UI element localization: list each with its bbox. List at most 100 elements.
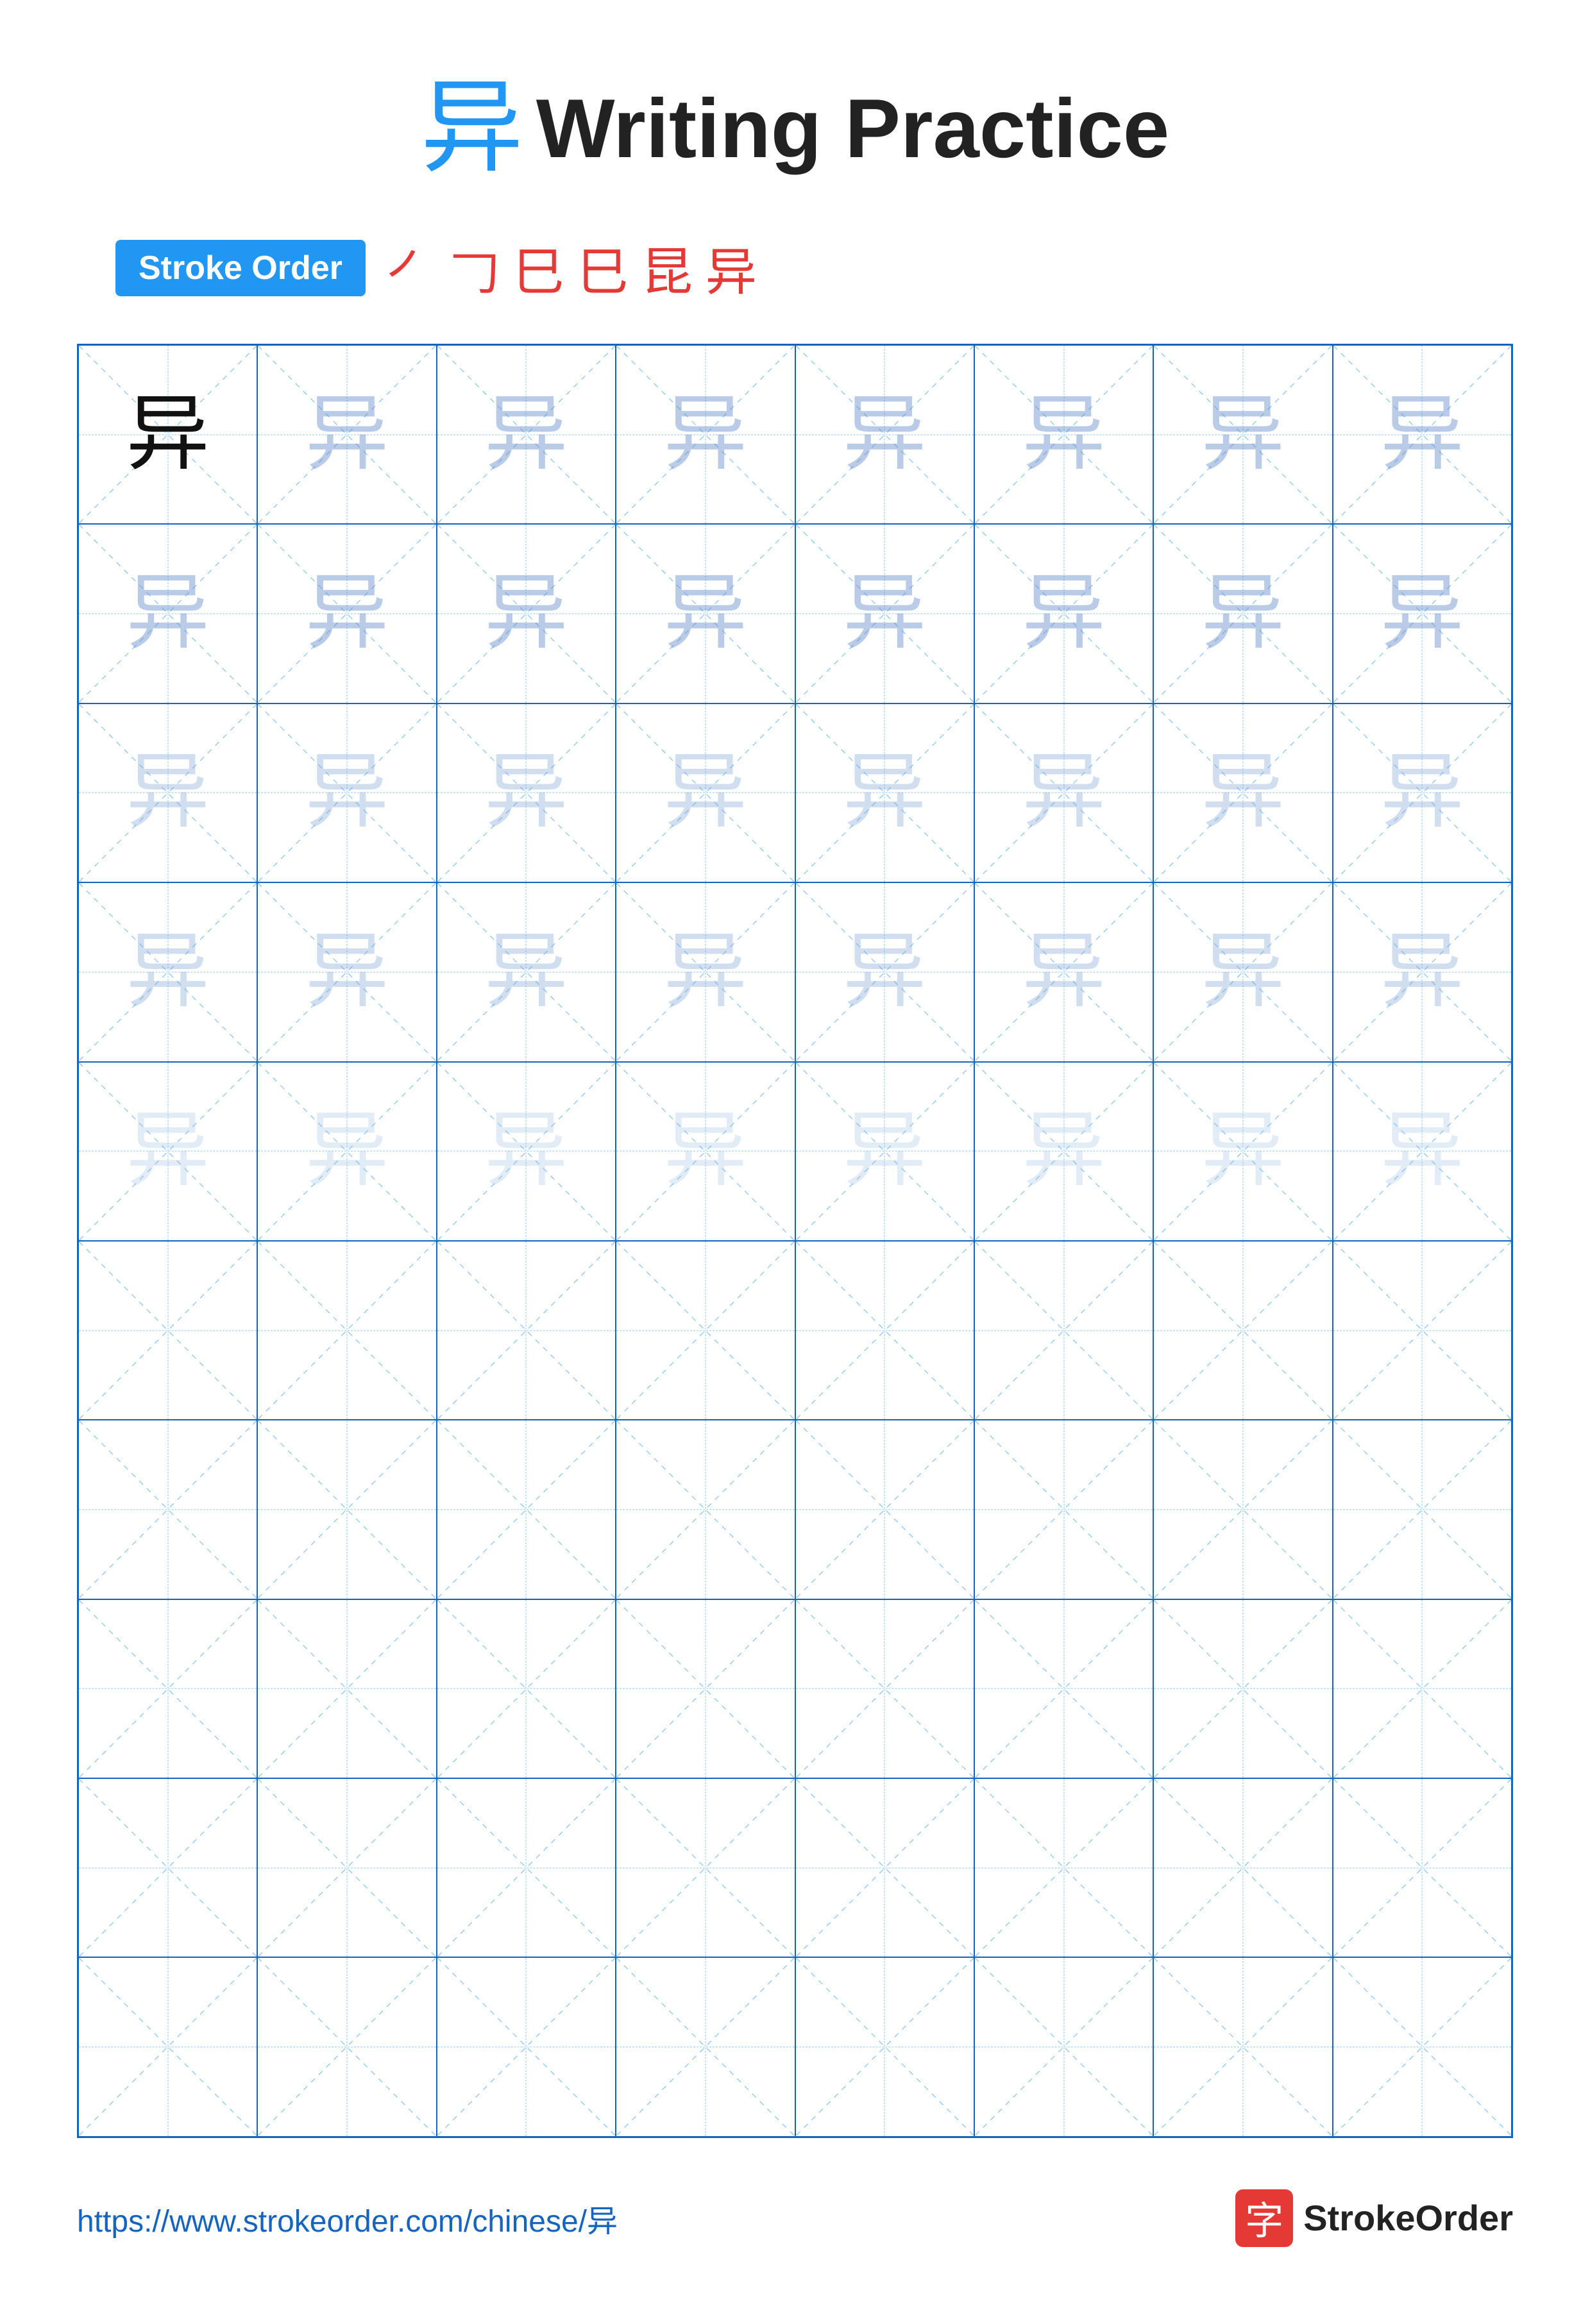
grid-cell[interactable]: 异 xyxy=(616,882,795,1061)
grid-cell[interactable] xyxy=(616,1778,795,1957)
grid-cell[interactable] xyxy=(257,1957,436,2136)
grid-cell[interactable]: 异 xyxy=(257,345,436,524)
grid-cell[interactable] xyxy=(437,1778,616,1957)
grid-cell[interactable] xyxy=(616,1599,795,1778)
grid-cell[interactable]: 异 xyxy=(1333,345,1512,524)
grid-cell[interactable]: 异 xyxy=(437,882,616,1061)
grid-cell[interactable]: 异 xyxy=(1153,1062,1332,1241)
grid-cell[interactable] xyxy=(78,1957,257,2136)
grid-cell[interactable] xyxy=(616,1420,795,1599)
grid-cell[interactable] xyxy=(795,1599,974,1778)
grid-cell[interactable]: 异 xyxy=(974,703,1153,882)
grid-cell[interactable]: 异 xyxy=(616,345,795,524)
grid-cell[interactable] xyxy=(1333,1599,1512,1778)
stroke-order-row: Stroke Order ㇒ 𠃌 巳 巳 昆 异 xyxy=(115,231,757,305)
grid-cell[interactable]: 异 xyxy=(1333,703,1512,882)
practice-char: 异 xyxy=(1022,751,1106,834)
stroke-step-6: 异 xyxy=(706,231,757,305)
grid-cell[interactable] xyxy=(437,1599,616,1778)
grid-cell[interactable] xyxy=(1153,1778,1332,1957)
grid-cell[interactable] xyxy=(78,1778,257,1957)
grid-cell[interactable] xyxy=(1153,1957,1332,2136)
grid-cell[interactable] xyxy=(974,1599,1153,1778)
grid-cell[interactable]: 异 xyxy=(1153,345,1332,524)
practice-char: 异 xyxy=(484,572,568,655)
grid-cell[interactable]: 异 xyxy=(257,703,436,882)
practice-char: 异 xyxy=(484,393,568,476)
grid-cell[interactable]: 异 xyxy=(437,1062,616,1241)
grid-cell[interactable] xyxy=(437,1957,616,2136)
grid-cell[interactable]: 异 xyxy=(1333,882,1512,1061)
grid-cell[interactable] xyxy=(257,1241,436,1420)
grid-cell[interactable]: 异 xyxy=(437,524,616,703)
grid-cell[interactable]: 异 xyxy=(1153,703,1332,882)
grid-cell[interactable]: 异 xyxy=(616,1062,795,1241)
grid-cell[interactable] xyxy=(78,1420,257,1599)
grid-cell[interactable] xyxy=(974,1778,1153,1957)
grid-cell[interactable]: 异 xyxy=(795,345,974,524)
practice-char: 异 xyxy=(305,930,389,1014)
grid-cell[interactable] xyxy=(78,1241,257,1420)
stroke-order-badge: Stroke Order xyxy=(115,240,366,296)
grid-cell[interactable] xyxy=(1333,1241,1512,1420)
grid-cell[interactable] xyxy=(1333,1957,1512,2136)
grid-cell[interactable]: 异 xyxy=(616,524,795,703)
grid-cell[interactable]: 异 xyxy=(616,703,795,882)
grid-cell[interactable]: 异 xyxy=(795,703,974,882)
grid-cell[interactable] xyxy=(1333,1778,1512,1957)
grid-cell[interactable] xyxy=(974,1420,1153,1599)
grid-cell[interactable]: 异 xyxy=(78,524,257,703)
title-char: 异 xyxy=(421,77,523,180)
grid-cell[interactable]: 异 xyxy=(78,345,257,524)
grid-cell[interactable] xyxy=(974,1241,1153,1420)
grid-cell[interactable] xyxy=(437,1241,616,1420)
brand-name: StrokeOrder xyxy=(1303,2197,1513,2239)
grid-cell[interactable]: 异 xyxy=(437,703,616,882)
footer-brand: 字 StrokeOrder xyxy=(1235,2189,1513,2247)
grid-cell[interactable]: 异 xyxy=(974,524,1153,703)
grid-cell[interactable] xyxy=(795,1241,974,1420)
grid-cell[interactable]: 异 xyxy=(437,345,616,524)
grid-cell[interactable]: 异 xyxy=(1333,524,1512,703)
practice-char: 异 xyxy=(126,393,210,476)
grid-cell[interactable] xyxy=(78,1599,257,1778)
practice-char: 异 xyxy=(843,751,926,834)
grid-cell[interactable] xyxy=(616,1241,795,1420)
grid-cell[interactable] xyxy=(257,1778,436,1957)
grid-cell[interactable] xyxy=(257,1420,436,1599)
grid-cell[interactable]: 异 xyxy=(78,882,257,1061)
grid-cell[interactable]: 异 xyxy=(795,524,974,703)
grid-cell[interactable] xyxy=(1333,1420,1512,1599)
grid-cell[interactable] xyxy=(795,1420,974,1599)
practice-char: 异 xyxy=(664,572,747,655)
grid-cell[interactable]: 异 xyxy=(795,1062,974,1241)
grid-cell[interactable]: 异 xyxy=(795,882,974,1061)
practice-char: 异 xyxy=(843,572,926,655)
footer-url[interactable]: https://www.strokeorder.com/chinese/异 xyxy=(77,2196,618,2241)
grid-cell[interactable] xyxy=(1153,1599,1332,1778)
grid-cell[interactable] xyxy=(795,1957,974,2136)
grid-cell[interactable]: 异 xyxy=(974,345,1153,524)
grid-cell[interactable]: 异 xyxy=(1153,524,1332,703)
grid-cell[interactable]: 异 xyxy=(78,703,257,882)
grid-cell[interactable]: 异 xyxy=(1153,882,1332,1061)
grid-cell[interactable] xyxy=(437,1420,616,1599)
grid-cell[interactable] xyxy=(616,1957,795,2136)
grid-cell[interactable]: 异 xyxy=(974,882,1153,1061)
grid-cell[interactable]: 异 xyxy=(974,1062,1153,1241)
practice-char: 异 xyxy=(305,572,389,655)
grid-cell[interactable] xyxy=(257,1599,436,1778)
grid-cell[interactable]: 异 xyxy=(257,524,436,703)
grid-cell[interactable]: 异 xyxy=(1333,1062,1512,1241)
grid-cell[interactable]: 异 xyxy=(78,1062,257,1241)
grid-cell[interactable] xyxy=(974,1957,1153,2136)
practice-char: 异 xyxy=(843,930,926,1014)
practice-char: 异 xyxy=(1380,751,1464,834)
grid-cell[interactable] xyxy=(795,1778,974,1957)
grid-cell[interactable]: 异 xyxy=(257,882,436,1061)
grid-cell[interactable]: 异 xyxy=(257,1062,436,1241)
practice-char: 异 xyxy=(664,1109,747,1193)
grid-cell[interactable] xyxy=(1153,1420,1332,1599)
stroke-sequence: ㇒ 𠃌 巳 巳 昆 异 xyxy=(385,231,757,305)
grid-cell[interactable] xyxy=(1153,1241,1332,1420)
